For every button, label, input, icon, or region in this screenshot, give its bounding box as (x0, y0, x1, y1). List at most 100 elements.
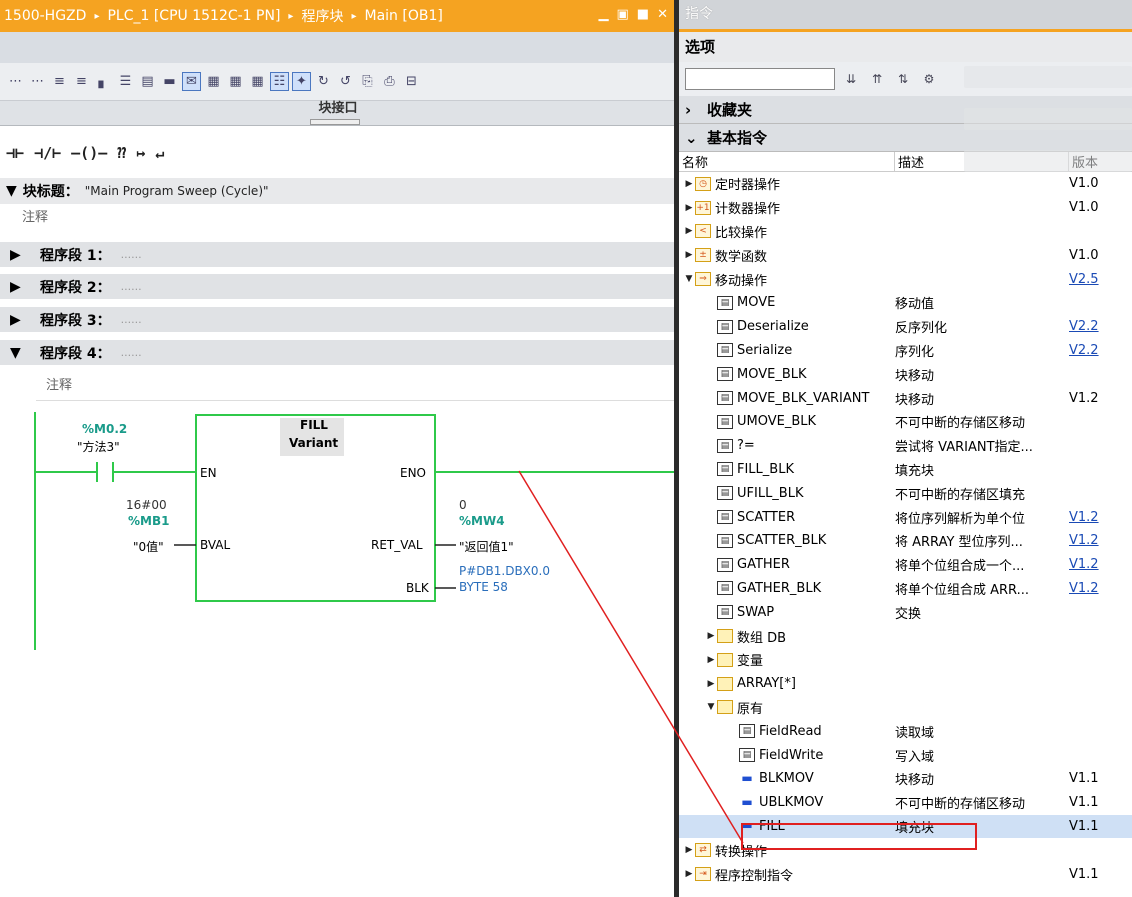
comment-toggle-icon[interactable]: ✉ (182, 72, 201, 91)
instruction-row[interactable]: ▶ ⇥ 程序控制指令 V1.1 (679, 862, 1132, 886)
bval-name[interactable]: "0值" (133, 538, 164, 555)
open-branch-icon[interactable]: ↦ (136, 144, 145, 162)
toolbar-icon[interactable]: ▦ (226, 72, 245, 91)
maximize-icon[interactable]: ■ (637, 7, 649, 22)
breadcrumb-plc[interactable]: PLC_1 [CPU 1512C-1 PN] (107, 8, 280, 24)
instruction-row[interactable]: ▶ +1 计数器操作 V1.0 (679, 196, 1132, 220)
expand-icon[interactable]: ▶ (10, 247, 40, 263)
network-2[interactable]: ▶ 程序段 2： ...... (0, 274, 676, 299)
instruction-row[interactable]: ▶ ± 数学函数 V1.0 (679, 243, 1132, 267)
network-title[interactable]: ...... (121, 280, 142, 293)
toolbar-icon[interactable]: ▦ (248, 72, 267, 91)
toolbar-icon[interactable]: ≡ (72, 72, 91, 91)
restore-icon[interactable]: ▣ (617, 7, 629, 22)
instruction-row[interactable]: ▤ SWAP 交换 (679, 600, 1132, 624)
bval-address[interactable]: %MB1 (128, 514, 169, 528)
network-title[interactable]: ...... (121, 248, 142, 261)
blk-param-line1[interactable]: P#DB1.DBX0.0 (459, 564, 550, 578)
instruction-row[interactable]: ▤ FieldRead 读取域 (679, 719, 1132, 743)
block-title-value[interactable]: "Main Program Sweep (Cycle)" (85, 184, 269, 198)
toolbar-icon[interactable]: ≡ (50, 72, 69, 91)
instruction-row[interactable]: ▬ UBLKMOV 不可中断的存储区移动 V1.1 (679, 791, 1132, 815)
instruction-row[interactable]: ▶ < 比较操作 (679, 220, 1132, 244)
toolbar-icon[interactable]: ▤ (138, 72, 157, 91)
coil-icon[interactable]: –()– (71, 144, 107, 162)
instruction-row[interactable]: ▼ 原有 (679, 696, 1132, 720)
collapse-icon[interactable]: ▼ (6, 183, 17, 199)
instruction-row[interactable]: ▤ GATHER 将单个位组合成一个... V1.2 (679, 553, 1132, 577)
toolbar-icon[interactable]: ▦ (204, 72, 223, 91)
close-branch-icon[interactable]: ↵ (155, 144, 164, 162)
instruction-row[interactable]: ▤ UMOVE_BLK 不可中断的存储区移动 (679, 410, 1132, 434)
column-name[interactable]: 名称 (679, 152, 895, 171)
toolbar-icon[interactable]: ▖ (94, 72, 113, 91)
collapse-icon[interactable]: ⌄ (685, 129, 707, 147)
expand-icon[interactable]: ▶ (683, 869, 695, 879)
instruction-version[interactable]: V2.5 (1069, 272, 1129, 287)
contact-name[interactable]: "方法3" (77, 438, 120, 455)
expand-icon[interactable]: ▶ (683, 179, 695, 189)
column-description[interactable]: 描述 (895, 152, 1069, 171)
instruction-row[interactable]: ▤ FILL_BLK 填充块 (679, 458, 1132, 482)
sort-icon[interactable]: ⇅ (893, 72, 913, 86)
instruction-version[interactable]: V1.2 (1069, 557, 1129, 572)
toolbar-icon[interactable]: ↻ (314, 72, 333, 91)
instruction-version[interactable]: V1.2 (1069, 533, 1129, 548)
no-contact-icon[interactable]: ⊣⊢ (6, 144, 24, 162)
instruction-row[interactable]: ▤ ?= 尝试将 VARIANT指定... (679, 434, 1132, 458)
instruction-row[interactable]: ▤ SCATTER 将位序列解析为单个位 V1.2 (679, 505, 1132, 529)
collapse-icon[interactable]: ▼ (683, 274, 695, 284)
instruction-version[interactable]: V1.2 (1069, 510, 1129, 525)
expand-icon[interactable]: ▶ (683, 203, 695, 213)
breadcrumb-main[interactable]: Main [OB1] (364, 8, 442, 24)
instruction-row[interactable]: ▤ MOVE 移动值 (679, 291, 1132, 315)
instruction-row[interactable]: ▤ FieldWrite 写入域 (679, 743, 1132, 767)
search-up-icon[interactable]: ⇈ (867, 72, 887, 86)
instruction-row[interactable]: ▤ MOVE_BLK 块移动 (679, 362, 1132, 386)
contact-address[interactable]: %M0.2 (82, 422, 127, 436)
instruction-row[interactable]: ▤ SCATTER_BLK 将 ARRAY 型位序列... V1.2 (679, 529, 1132, 553)
expand-icon[interactable]: › (685, 101, 707, 119)
expand-icon[interactable]: ▶ (705, 679, 717, 689)
retval-address[interactable]: %MW4 (459, 514, 505, 528)
basic-instructions-section[interactable]: ⌄ 基本指令 (679, 124, 1132, 152)
toolbar-icon[interactable]: ☷ (270, 72, 289, 91)
toolbar-icon[interactable]: ✦ (292, 72, 311, 91)
expand-icon[interactable]: ▶ (705, 655, 717, 665)
instruction-row[interactable]: ▤ Serialize 序列化 V2.2 (679, 339, 1132, 363)
instruction-version[interactable]: V2.2 (1069, 343, 1129, 358)
expand-icon[interactable]: ▶ (683, 845, 695, 855)
filter-icon[interactable]: ⚙ (919, 72, 939, 86)
fill-block-type[interactable]: Variant (289, 436, 338, 450)
toolbar-icon[interactable]: ⋯ (6, 72, 25, 91)
collapse-icon[interactable]: ▼ (10, 345, 40, 361)
search-input[interactable] (685, 68, 835, 90)
instruction-row[interactable]: ▼ ⇒ 移动操作 V2.5 (679, 267, 1132, 291)
column-version[interactable]: 版本 (1069, 152, 1129, 171)
instruction-row[interactable]: ▶ 变量 (679, 648, 1132, 672)
toolbar-icon[interactable]: ⎙ (380, 72, 399, 91)
expand-icon[interactable]: ▶ (705, 631, 717, 641)
instruction-row[interactable]: ▤ Deserialize 反序列化 V2.2 (679, 315, 1132, 339)
instruction-version[interactable]: V2.2 (1069, 319, 1129, 334)
search-down-icon[interactable]: ⇊ (841, 72, 861, 86)
instruction-row[interactable]: ▤ GATHER_BLK 将单个位组合成 ARR... V1.2 (679, 577, 1132, 601)
retval-name[interactable]: "返回值1" (459, 538, 514, 555)
instruction-version[interactable]: V1.2 (1069, 581, 1129, 596)
instruction-row[interactable]: ▶ ARRAY[*] (679, 672, 1132, 696)
block-interface-bar[interactable]: 块接口 (0, 101, 676, 126)
instruction-row[interactable]: ▶ ◷ 定时器操作 V1.0 (679, 172, 1132, 196)
expand-icon[interactable]: ▶ (10, 279, 40, 295)
network-4[interactable]: ▼ 程序段 4： ...... (0, 340, 676, 365)
expand-icon[interactable]: ▶ (683, 250, 695, 260)
toolbar-icon[interactable]: ⎘ (358, 72, 377, 91)
toolbar-icon[interactable]: ⋯ (28, 72, 47, 91)
network-comment[interactable]: 注释 (46, 374, 72, 393)
minimize-icon[interactable]: ▁ (599, 7, 609, 22)
empty-box-icon[interactable]: ⁇ (117, 144, 126, 162)
breadcrumb-program-blocks[interactable]: 程序块 (301, 6, 343, 26)
network-1[interactable]: ▶ 程序段 1： ...... (0, 242, 676, 267)
toolbar-icon[interactable]: ⊟ (402, 72, 421, 91)
breadcrumb-project[interactable]: 1500-HGZD (4, 8, 86, 24)
instruction-row[interactable]: ▶ 数组 DB (679, 624, 1132, 648)
